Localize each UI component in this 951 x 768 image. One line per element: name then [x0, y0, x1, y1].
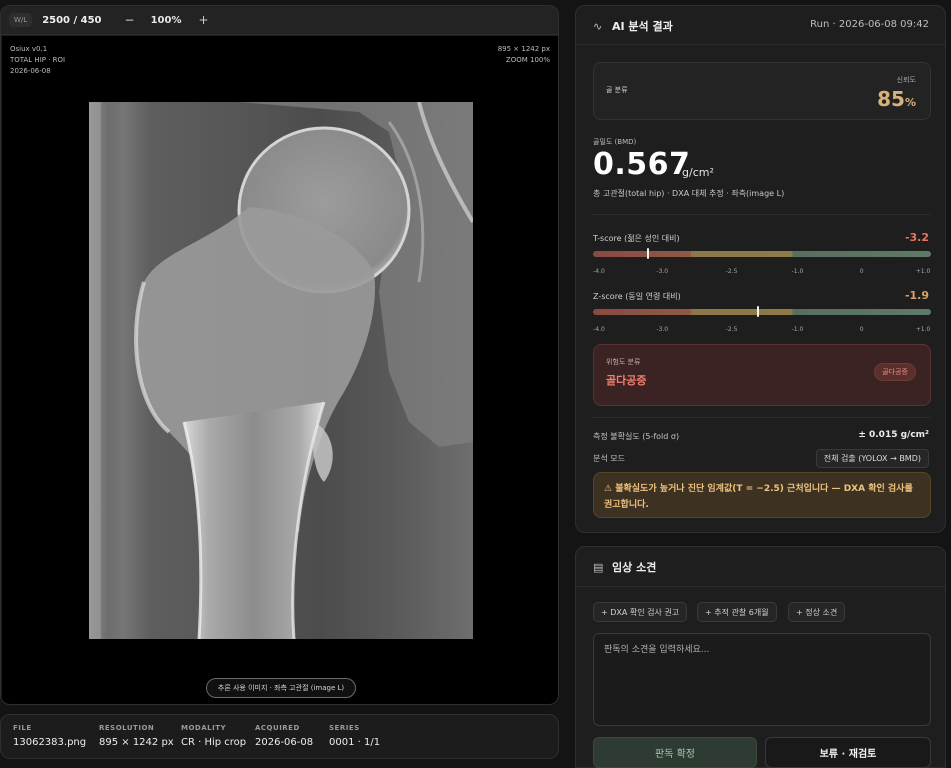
- classification-card: 골 분류 신뢰도 85%: [593, 62, 931, 120]
- document-icon: ▤: [593, 561, 604, 574]
- bmd-subtitle: 총 고관절(total hip) · DXA 대체 추정 · 좌측(image …: [593, 189, 785, 198]
- file-meta-bar: FILE 13062383.png RESOLUTION 895 × 1242 …: [0, 714, 559, 759]
- bmd-unit: g/cm²: [682, 166, 714, 179]
- divider: [593, 214, 931, 215]
- confidence-value: 85%: [877, 87, 916, 111]
- z-score-marker: [756, 306, 759, 317]
- meta-acquired-label: ACQUIRED: [255, 724, 300, 732]
- quick-add-dxa[interactable]: + DXA 확인 검사 권고: [593, 602, 688, 622]
- divider: [576, 44, 945, 45]
- t-score-tick-label: +1.0: [915, 268, 931, 275]
- z-score-tick-label: +1.0: [915, 326, 931, 333]
- hold-review-button[interactable]: 보류 · 재검토: [765, 737, 931, 768]
- meta-acquired-value: 2026-06-08: [255, 737, 314, 748]
- meta-series: SERIES 0001 · 1/1: [329, 724, 380, 748]
- uncertainty-value: ± 0.015 g/cm²: [858, 430, 929, 440]
- analysis-mode-label: 분석 모드: [593, 454, 625, 463]
- confidence-label: 신뢰도: [896, 76, 916, 84]
- classification-label: 골 분류: [606, 86, 628, 94]
- meta-series-label: SERIES: [329, 724, 360, 732]
- z-score-tick-label: 0: [859, 326, 864, 333]
- zoom-level: 100%: [150, 14, 182, 26]
- t-score-scale: [593, 251, 931, 257]
- window-level-value[interactable]: 2500 / 450: [42, 15, 101, 26]
- meta-modality-label: MODALITY: [181, 724, 227, 732]
- t-score-tick-label: -3.0: [656, 268, 669, 275]
- clinical-notes-panel: ▤ 임상 소견 + DXA 확인 검사 권고 + 추적 관찰 6개월 + 정상 …: [575, 546, 946, 768]
- z-score-tick-label: -4.0: [593, 326, 605, 333]
- bmd-value: 0.567: [593, 147, 691, 182]
- image-canvas[interactable]: Osiux v0.1 TOTAL HIP · ROI 2026-06-08 89…: [2, 36, 558, 704]
- z-score-scale: [593, 309, 931, 315]
- meta-resolution: RESOLUTION 895 × 1242 px: [99, 724, 174, 748]
- viewer-toolbar: W/L 2500 / 450 − 100% +: [1, 6, 558, 35]
- overlay-top-left: Osiux v0.1 TOTAL HIP · ROI 2026-06-08: [10, 44, 65, 77]
- t-score-tick-label: 0: [859, 268, 864, 275]
- meta-resolution-value: 895 × 1242 px: [99, 737, 174, 748]
- t-score-tick-label: -2.5: [725, 268, 738, 275]
- quick-add-normal[interactable]: + 정상 소견: [788, 602, 846, 622]
- zoom-in-button[interactable]: +: [198, 13, 208, 27]
- confirm-reading-button[interactable]: 판독 확정: [593, 737, 757, 768]
- bmd-label: 골밀도 (BMD): [593, 138, 637, 146]
- overlay-zoom: ZOOM 100%: [505, 56, 550, 64]
- t-score-label: T-score (젊은 성인 대비): [593, 234, 680, 243]
- window-level-chip[interactable]: W/L: [9, 13, 33, 27]
- divider: [593, 417, 931, 418]
- overlay-top-right: 895 × 1242 px ZOOM 100%: [498, 44, 550, 66]
- image-viewer: W/L 2500 / 450 − 100% + Osiux v0.1 TOTAL…: [0, 5, 559, 705]
- run-timestamp: Run · 2026-06-08 09:42: [810, 19, 929, 30]
- overlay-size: 895 × 1242 px: [497, 45, 550, 53]
- quick-add-followup[interactable]: + 추적 관찰 6개월: [697, 602, 777, 622]
- risk-badge: 골다공증: [874, 363, 916, 381]
- overlay-app: Osiux v0.1: [10, 45, 48, 53]
- z-score-tick-label: -2.5: [725, 326, 738, 333]
- z-score-tick-label: -1.0: [791, 326, 804, 333]
- analysis-mode-chip[interactable]: 전체 검출 (YOLOX → BMD): [815, 449, 929, 468]
- z-score-value: -1.9: [904, 289, 929, 302]
- t-score-tick-label: -4.0: [593, 268, 605, 275]
- divider: [576, 586, 945, 587]
- dxa-warning: ⚠ 불확실도가 높거나 진단 임계값(T = −2.5) 근처입니다 — DXA…: [593, 472, 931, 518]
- pulse-icon: ∿: [593, 20, 603, 33]
- risk-value: 골다공증: [606, 374, 647, 387]
- ai-result-panel: ∿ AI 분석 결과 Run · 2026-06-08 09:42 골 분류 신…: [575, 5, 946, 533]
- meta-resolution-label: RESOLUTION: [99, 724, 155, 732]
- findings-input[interactable]: [593, 633, 931, 726]
- meta-file-label: FILE: [13, 724, 32, 732]
- hip-xray-image: [89, 102, 473, 639]
- meta-series-value: 0001 · 1/1: [329, 737, 381, 748]
- meta-file-value: 13062383.png: [13, 737, 87, 748]
- z-score-label: Z-score (동일 연령 대비): [593, 292, 681, 301]
- risk-label: 위험도 분류: [606, 358, 641, 366]
- zoom-out-button[interactable]: −: [125, 13, 135, 27]
- meta-acquired: ACQUIRED 2026-06-08: [255, 724, 313, 748]
- meta-modality-value: CR · Hip crop: [181, 737, 247, 748]
- notes-title: 임상 소견: [612, 561, 657, 574]
- overlay-date: 2026-06-08: [10, 67, 51, 75]
- risk-card: 위험도 분류 골다공증 골다공증: [593, 344, 931, 406]
- z-score-tick-label: -3.0: [656, 326, 669, 333]
- t-score-tick-label: -1.0: [791, 268, 804, 275]
- meta-file: FILE 13062383.png: [13, 724, 86, 748]
- inference-caption: 추론 사용 이미지 · 좌측 고관절 (image L): [206, 678, 356, 698]
- t-score-value: -3.2: [904, 231, 929, 244]
- ai-panel-title: AI 분석 결과: [612, 20, 673, 33]
- meta-modality: MODALITY CR · Hip crop: [181, 724, 246, 748]
- uncertainty-label: 측정 불확실도 (5-fold σ): [593, 432, 680, 441]
- overlay-roi: TOTAL HIP · ROI: [10, 56, 66, 64]
